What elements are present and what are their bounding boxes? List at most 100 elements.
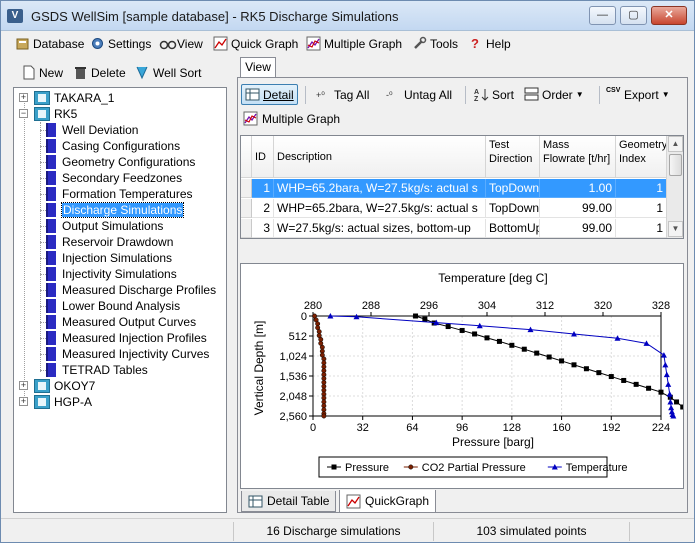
close-button[interactable]: ✕ (651, 6, 687, 25)
data-point-pressure (509, 342, 515, 348)
table-cell-flow[interactable]: 99.00 (540, 199, 616, 218)
table-cell-flow[interactable]: 1.00 (540, 179, 616, 198)
table-cell-id[interactable]: 3 (252, 219, 274, 238)
sort-button[interactable]: AZ Sort (471, 84, 517, 105)
table-cell-description[interactable]: W=27.5kg/s: actual sizes, bottom-up (274, 219, 486, 238)
untag-all-button[interactable]: -⁰ Untag All (383, 84, 455, 105)
x2-tick-label: 328 (652, 300, 670, 312)
expand-icon[interactable]: + (19, 93, 28, 102)
table-cell-direction[interactable]: TopDown (486, 179, 540, 198)
table-cell-id[interactable]: 2 (252, 199, 274, 218)
tree-item-geometry-configurations[interactable]: Geometry Configurations (40, 154, 195, 170)
data-point-pressure (413, 313, 419, 319)
column-header-id[interactable]: ID (252, 136, 274, 178)
row-header[interactable] (241, 199, 252, 218)
tab-view[interactable]: View (240, 57, 276, 78)
multiple-graph-button[interactable]: Multiple Graph (243, 111, 340, 126)
y-tick-label: 2,048 (279, 391, 307, 403)
expand-icon[interactable]: + (19, 397, 28, 406)
menu-help-label: Help (486, 36, 511, 51)
table-cell-description[interactable]: WHP=65.2bara, W=27.5kg/s: actual s (274, 199, 486, 218)
chart-series (312, 313, 695, 419)
horizontal-splitter[interactable] (240, 246, 684, 256)
tree-item-measured-injection-profiles[interactable]: Measured Injection Profiles (40, 330, 207, 346)
table-cell-id[interactable]: 1 (252, 179, 274, 198)
tree-item-lower-bound-analysis[interactable]: Lower Bound Analysis (40, 298, 180, 314)
tree-guide-line (40, 306, 46, 307)
tree-item-reservoir-drawdown[interactable]: Reservoir Drawdown (40, 234, 173, 250)
app-icon: V (7, 9, 23, 23)
column-header-test-direction[interactable]: Test Direction (486, 136, 540, 178)
menu-multiple-graph[interactable]: Multiple Graph (306, 36, 402, 51)
y-axis-label: Vertical Depth [m] (252, 321, 266, 416)
tree-guide-line (24, 98, 25, 404)
menu-quick-graph[interactable]: Quick Graph (213, 36, 298, 51)
tag-all-button[interactable]: +⁰ Tag All (313, 84, 372, 105)
title-bar[interactable]: V GSDS WellSim [sample database] - RK5 D… (1, 1, 694, 31)
tree-well-okoy7[interactable]: + OKOY7 (18, 378, 95, 394)
tree-item-measured-output-curves[interactable]: Measured Output Curves (40, 314, 196, 330)
expand-icon[interactable]: + (19, 381, 28, 390)
table-cell-geom[interactable]: 1 (616, 199, 667, 218)
menu-database[interactable]: Database (15, 36, 84, 51)
grid-scrollbar[interactable]: ▲ ▼ (666, 136, 683, 238)
tag-all-label: Tag All (334, 87, 370, 102)
svg-text:?: ? (471, 36, 479, 51)
export-dropdown[interactable]: CSV Export ▼ (603, 84, 673, 105)
well-tree[interactable]: + TAKARA_1 − RK5 Well Deviation Casing Co… (13, 87, 227, 513)
table-cell-description[interactable]: WHP=65.2bara, W=27.5kg/s: actual s (274, 179, 486, 198)
scroll-thumb[interactable] (669, 154, 682, 176)
tree-item-discharge-simulations[interactable]: Discharge Simulations (40, 202, 185, 218)
tree-well-rk5[interactable]: − RK5 (18, 106, 77, 122)
menu-tools[interactable]: Tools (412, 36, 458, 51)
tree-guide-line (40, 290, 46, 291)
left-toolbar: New Delete Well Sort (7, 61, 231, 87)
x2-tick-label: 304 (478, 300, 496, 312)
tab-quick-graph[interactable]: QuickGraph (339, 490, 437, 513)
tree-item-casing-configurations[interactable]: Casing Configurations (40, 138, 180, 154)
tree-well-takara[interactable]: + TAKARA_1 (18, 90, 114, 106)
column-header-mass-flowrate[interactable]: Mass Flowrate [t/hr] (540, 136, 616, 178)
row-header[interactable] (241, 219, 252, 238)
simulations-grid[interactable]: ID Description Test Direction Mass Flowr… (240, 135, 684, 239)
row-header[interactable] (241, 179, 252, 198)
tree-item-injection-simulations[interactable]: Injection Simulations (40, 250, 172, 266)
menu-view[interactable]: View (159, 36, 203, 51)
menu-help[interactable]: ? Help (468, 36, 511, 51)
scroll-down-icon[interactable]: ▼ (668, 221, 683, 237)
detail-button[interactable]: Detail (241, 84, 298, 105)
tree-guide-line (40, 226, 46, 227)
tree-item-well-deviation[interactable]: Well Deviation (40, 122, 138, 138)
new-button[interactable]: New (21, 65, 63, 80)
tab-detail-table[interactable]: Detail Table (241, 491, 337, 512)
legend-marker-pressure (331, 464, 337, 470)
table-cell-geom[interactable]: 1 (616, 219, 667, 238)
chart-icon (213, 36, 228, 51)
table-cell-direction[interactable]: TopDown (486, 199, 540, 218)
legend-label-pressure: Pressure (345, 462, 389, 474)
table-cell-geom[interactable]: 1 (616, 179, 667, 198)
table-cell-flow[interactable]: 99.00 (540, 219, 616, 238)
tree-item-measured-injectivity-curves[interactable]: Measured Injectivity Curves (40, 346, 209, 362)
delete-button[interactable]: Delete (73, 65, 126, 80)
tree-item-secondary-feedzones[interactable]: Secondary Feedzones (40, 170, 182, 186)
well-sort-button-label: Well Sort (153, 65, 202, 80)
tree-well-hgp-a[interactable]: + HGP-A (18, 394, 92, 410)
maximize-button[interactable]: ▢ (620, 6, 647, 25)
top-axis-label: Temperature [deg C] (438, 271, 547, 285)
scroll-up-icon[interactable]: ▲ (668, 136, 683, 152)
order-dropdown[interactable]: Order ▼ (521, 84, 587, 105)
tree-item-tetrad-tables[interactable]: TETRAD Tables (40, 362, 148, 378)
table-cell-direction[interactable]: BottomUp (486, 219, 540, 238)
minimize-button[interactable]: — (589, 6, 616, 25)
tree-item-injectivity-simulations[interactable]: Injectivity Simulations (40, 266, 177, 282)
tree-item-formation-temperatures[interactable]: Formation Temperatures (40, 186, 193, 202)
tree-item-output-simulations[interactable]: Output Simulations (40, 218, 163, 234)
column-header-geometry-index[interactable]: Geometry Index (616, 136, 667, 178)
data-point-pressure (571, 362, 577, 368)
collapse-icon[interactable]: − (19, 109, 28, 118)
menu-settings[interactable]: Settings (90, 36, 151, 51)
well-sort-button[interactable]: Well Sort (135, 65, 201, 80)
column-header-description[interactable]: Description (274, 136, 486, 178)
tree-item-measured-discharge-profiles[interactable]: Measured Discharge Profiles (40, 282, 216, 298)
